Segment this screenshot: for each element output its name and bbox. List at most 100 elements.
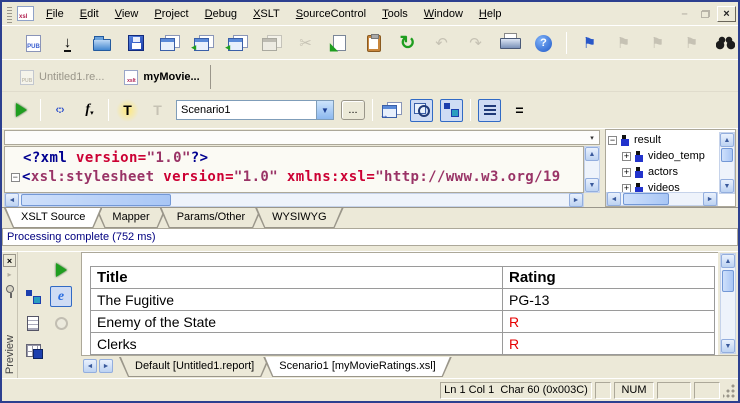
tab-scroll-right-icon[interactable]: ► — [99, 359, 113, 373]
preview-side-strip: × ▸ Preview — [2, 252, 18, 378]
status-pane-empty — [694, 382, 720, 399]
tree-horizontal-scrollbar[interactable]: ◄ ► — [606, 192, 718, 206]
scroll-up-icon[interactable]: ▲ — [720, 133, 734, 147]
whitespace-button[interactable]: = — [508, 99, 531, 122]
menu-help[interactable]: Help — [471, 5, 510, 23]
publish-button[interactable]: PUB — [22, 32, 45, 55]
tree-item-label: videos — [648, 182, 680, 192]
scroll-right-icon[interactable]: ► — [569, 193, 583, 207]
scrollbar-thumb[interactable] — [21, 194, 171, 206]
toolbar-grip[interactable] — [7, 5, 12, 23]
preview-mapper-button[interactable] — [22, 286, 44, 307]
import-window-button[interactable]: ◂ — [226, 32, 249, 55]
restore-button — [696, 6, 715, 22]
menu-window[interactable]: Window — [416, 5, 471, 23]
preview-pane-label: Preview — [4, 335, 16, 374]
tree-item-video-temp[interactable]: + video_temp — [622, 148, 718, 164]
code-vertical-scrollbar[interactable]: ▲ ▼ — [584, 146, 600, 193]
mapper-view-button[interactable] — [440, 99, 463, 122]
menu-project[interactable]: Project — [146, 5, 196, 23]
tab-params-other[interactable]: Params/Other — [160, 208, 262, 228]
expand-icon[interactable]: + — [622, 184, 631, 193]
bookmark-button[interactable]: ⚑ — [578, 32, 601, 55]
preview-close-button[interactable]: × — [3, 254, 16, 267]
preview-vertical-scrollbar[interactable]: ▲ ▼ — [720, 253, 736, 354]
highlight-on-button[interactable]: T — [116, 99, 139, 122]
movie-title-cell: Clerks — [91, 333, 503, 355]
application-window: xsl File Edit View Project Debug XSLT So… — [0, 0, 740, 403]
scroll-left-icon[interactable]: ◄ — [5, 193, 19, 207]
preview-run-button[interactable] — [50, 259, 72, 280]
tab-default-report[interactable]: Default [Untitled1.report] — [119, 357, 270, 377]
tab-scenario1[interactable]: Scenario1 [myMovieRatings.xsl] — [263, 357, 452, 377]
scroll-down-icon[interactable]: ▼ — [721, 339, 735, 353]
save-button[interactable] — [124, 32, 147, 55]
open-button[interactable] — [90, 32, 113, 55]
browse-scenarios-button[interactable]: ... — [341, 100, 365, 120]
open-result-button[interactable]: → — [380, 99, 403, 122]
scrollbar-thumb[interactable] — [722, 270, 734, 292]
function-button[interactable]: f▾ — [78, 99, 101, 122]
print-button[interactable] — [498, 32, 521, 55]
chevron-down-icon[interactable]: ▾ — [585, 131, 599, 144]
menu-sourcecontrol[interactable]: SourceControl — [288, 5, 374, 23]
help-button[interactable]: ? — [532, 32, 555, 55]
pin-icon[interactable] — [6, 285, 14, 293]
copy-button[interactable]: ◣ — [328, 32, 351, 55]
scroll-left-icon[interactable]: ◄ — [607, 192, 621, 206]
menu-tools[interactable]: Tools — [374, 5, 416, 23]
paste-button[interactable] — [362, 32, 385, 55]
text-view-button[interactable] — [22, 313, 44, 334]
code-editor[interactable]: <?xml version="1.0"?> −<xsl:stylesheet v… — [4, 146, 584, 193]
element-icon — [635, 151, 644, 162]
combo-dropdown-button[interactable]: ▼ — [316, 101, 333, 119]
new-window-button[interactable] — [158, 32, 181, 55]
find-button[interactable] — [714, 32, 737, 55]
tree-item-result[interactable]: − result — [608, 132, 718, 148]
tree-item-actors[interactable]: + actors — [622, 164, 718, 180]
doc-tab-mymovie[interactable]: xslt myMovie... — [114, 65, 210, 89]
definition-dropdown[interactable]: ▾ — [4, 130, 600, 145]
tab-xslt-source[interactable]: XSLT Source — [4, 208, 102, 228]
expand-icon[interactable]: + — [622, 152, 631, 161]
scrollbar-thumb[interactable] — [721, 148, 733, 162]
menu-xslt[interactable]: XSLT — [245, 5, 288, 23]
fold-collapse-icon[interactable]: − — [11, 173, 20, 182]
scroll-up-icon[interactable]: ▲ — [721, 254, 735, 268]
browser-preview-button[interactable]: e — [50, 286, 72, 307]
expand-icon[interactable]: + — [622, 168, 631, 177]
scenario-select[interactable]: Scenario1 ▼ — [176, 100, 334, 120]
document-tab-bar: PUB Untitled1.re... xslt myMovie... — [2, 61, 738, 92]
scroll-up-icon[interactable]: ▲ — [585, 147, 599, 161]
scroll-down-icon[interactable]: ▼ — [585, 178, 599, 192]
cursor-position-indicator: Ln 1 Col 1 Char 60 (0x003C) — [440, 382, 592, 399]
align-button[interactable] — [478, 99, 501, 122]
close-button[interactable]: × — [717, 6, 736, 22]
scroll-down-icon[interactable]: ▼ — [720, 179, 734, 193]
movie-rating-cell: PG-13 — [503, 289, 715, 311]
pretty-print-button[interactable]: ‹:› — [48, 99, 71, 122]
tree-vertical-scrollbar[interactable]: ▲ ▼ — [719, 132, 735, 194]
tree-item-videos[interactable]: + videos — [622, 180, 718, 192]
resize-grip[interactable] — [723, 382, 736, 399]
menu-edit[interactable]: Edit — [72, 5, 107, 23]
import-button[interactable]: ↓ — [56, 32, 79, 55]
tab-scroll-left-icon[interactable]: ◄ — [83, 359, 97, 373]
scroll-right-icon[interactable]: ► — [703, 192, 717, 206]
open-window-button[interactable]: ◂ — [192, 32, 215, 55]
doc-tab-untitled1[interactable]: PUB Untitled1.re... — [10, 65, 114, 89]
refresh-button[interactable]: ↻ — [396, 32, 419, 55]
run-button[interactable] — [10, 99, 33, 122]
menu-view[interactable]: View — [107, 5, 147, 23]
save-result-button[interactable] — [22, 340, 44, 361]
tab-wysiwyg[interactable]: WYSIWYG — [255, 208, 343, 228]
collapse-icon[interactable]: − — [608, 136, 617, 145]
preview-window-button[interactable] — [410, 99, 433, 122]
element-icon — [635, 167, 644, 178]
code-line: −<xsl:stylesheet version="1.0" xmlns:xsl… — [11, 168, 583, 187]
menu-file[interactable]: File — [38, 5, 72, 23]
tab-mapper[interactable]: Mapper — [95, 208, 166, 228]
code-horizontal-scrollbar[interactable]: ◄ ► — [4, 193, 584, 207]
scrollbar-thumb[interactable] — [623, 193, 669, 205]
menu-debug[interactable]: Debug — [197, 5, 245, 23]
